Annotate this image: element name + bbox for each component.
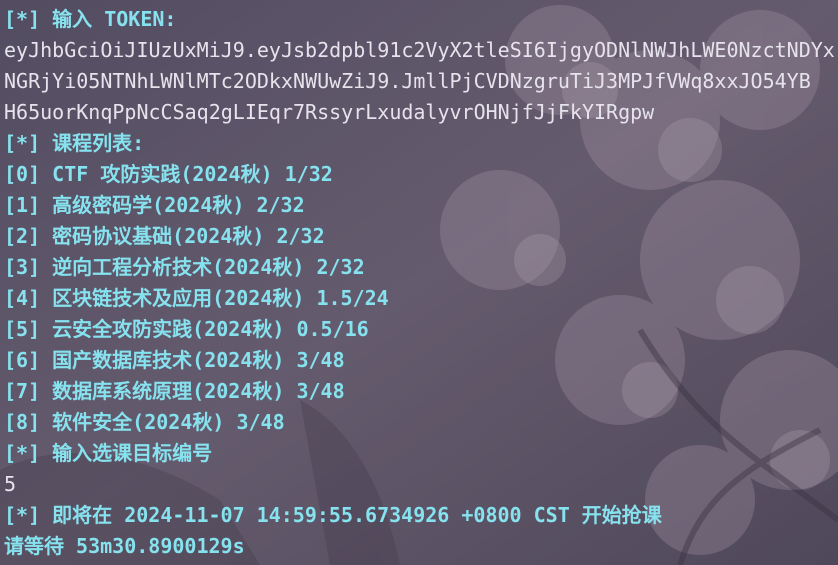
course-index: [8] (4, 410, 41, 434)
token-value-line-1: eyJhbGciOiJIUzUxMiJ9.eyJsb2dpbl91c2VyX2t… (4, 38, 835, 62)
course-list-title: 课程列表: (52, 131, 145, 155)
course-text: CTF 攻防实践(2024秋) 1/32 (52, 162, 333, 186)
wait-line: 请等待 53m30.8900129s (4, 534, 245, 558)
token-prompt-label: 输入 TOKEN: (52, 7, 177, 31)
course-text: 逆向工程分析技术(2024秋) 2/32 (52, 255, 365, 279)
course-index: [3] (4, 255, 41, 279)
user-input-line[interactable]: 5 (4, 469, 838, 500)
course-item: [1] 高级密码学(2024秋) 2/32 (4, 190, 838, 221)
course-text: 云安全攻防实践(2024秋) 0.5/16 (52, 317, 369, 341)
course-item: [2] 密码协议基础(2024秋) 2/32 (4, 221, 838, 252)
prompt-tag: [*] (4, 441, 41, 465)
course-index: [0] (4, 162, 41, 186)
token-prompt-line: [*] 输入 TOKEN: (4, 4, 838, 35)
prompt-tag: [*] (4, 131, 41, 155)
course-index: [6] (4, 348, 41, 372)
course-text: 高级密码学(2024秋) 2/32 (52, 193, 305, 217)
select-prompt-label: 输入选课目标编号 (52, 441, 213, 465)
course-index: [2] (4, 224, 41, 248)
course-text: 数据库系统原理(2024秋) 3/48 (52, 379, 345, 403)
course-text: 软件安全(2024秋) 3/48 (52, 410, 285, 434)
course-text: 国产数据库技术(2024秋) 3/48 (52, 348, 345, 372)
schedule-line: [*] 即将在 2024-11-07 14:59:55.6734926 +080… (4, 500, 838, 531)
prompt-tag: [*] (4, 7, 41, 31)
course-item: [3] 逆向工程分析技术(2024秋) 2/32 (4, 252, 838, 283)
course-item: [6] 国产数据库技术(2024秋) 3/48 (4, 345, 838, 376)
course-item: [5] 云安全攻防实践(2024秋) 0.5/16 (4, 314, 838, 345)
course-list-title-line: [*] 课程列表: (4, 128, 838, 159)
course-index: [1] (4, 193, 41, 217)
course-index: [5] (4, 317, 41, 341)
course-item: [8] 软件安全(2024秋) 3/48 (4, 407, 838, 438)
course-item: [4] 区块链技术及应用(2024秋) 1.5/24 (4, 283, 838, 314)
course-text: 密码协议基础(2024秋) 2/32 (52, 224, 325, 248)
token-value-line-3: H65uorKnqPpNcCSaq2gLIEqr7RssyrLxudalyvrO… (4, 100, 655, 124)
prompt-tag: [*] (4, 503, 41, 527)
course-text: 区块链技术及应用(2024秋) 1.5/24 (52, 286, 389, 310)
course-item: [7] 数据库系统原理(2024秋) 3/48 (4, 376, 838, 407)
token-value-line-2: NGRjYi05NTNhLWNlMTc2ODkxNWUwZiJ9.JmllPjC… (4, 69, 811, 93)
course-item: [0] CTF 攻防实践(2024秋) 1/32 (4, 159, 838, 190)
schedule-text: 即将在 2024-11-07 14:59:55.6734926 +0800 CS… (52, 503, 662, 527)
course-index: [4] (4, 286, 41, 310)
terminal-output: [*] 输入 TOKEN: eyJhbGciOiJIUzUxMiJ9.eyJsb… (4, 4, 838, 562)
select-prompt-line: [*] 输入选课目标编号 (4, 438, 838, 469)
course-index: [7] (4, 379, 41, 403)
